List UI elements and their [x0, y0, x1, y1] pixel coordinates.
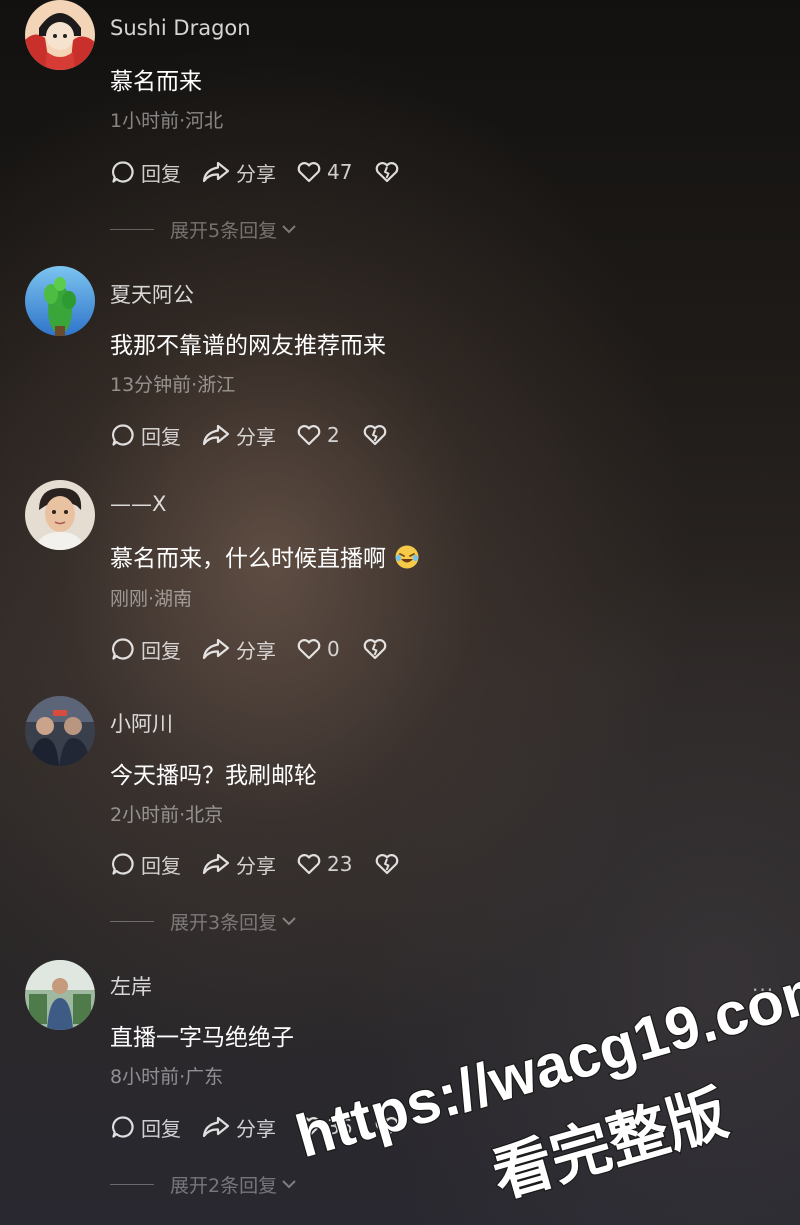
comment-meta: 2小时前·北京 — [110, 804, 224, 826]
share-button[interactable]: 分享 — [201, 850, 276, 879]
reply-bubble-icon — [112, 424, 134, 446]
heart-icon — [297, 1117, 321, 1138]
reply-bubble-icon — [112, 1116, 134, 1138]
laughing-tears-emoji-icon — [395, 545, 419, 569]
dislike-button[interactable] — [362, 423, 393, 447]
share-button[interactable]: 分享 — [201, 1113, 276, 1142]
reply-label: 回复 — [141, 638, 181, 663]
username[interactable]: 小阿川 — [110, 708, 173, 738]
avatar[interactable] — [25, 960, 95, 1030]
share-button[interactable]: 分享 — [201, 158, 276, 187]
reply-label: 回复 — [141, 1116, 181, 1141]
heart-icon — [297, 854, 321, 875]
comment-text: 我那不靠谱的网友推荐而来 — [110, 333, 386, 359]
reply-bubble-icon — [112, 638, 134, 660]
avatar[interactable] — [25, 696, 95, 766]
reply-button[interactable]: 回复 — [110, 850, 181, 879]
comment-meta: 1小时前·河北 — [110, 110, 224, 132]
comment-actions: 回复 分享 0 — [110, 634, 393, 664]
expand-replies[interactable]: 展开5条回复 — [110, 216, 299, 242]
reply-label: 回复 — [141, 161, 181, 186]
reply-button[interactable]: 回复 — [110, 421, 181, 450]
like-count: 23 — [327, 852, 353, 876]
broken-heart-icon — [376, 162, 399, 183]
dislike-button[interactable] — [362, 637, 393, 661]
share-button[interactable]: 分享 — [201, 421, 276, 450]
avatar[interactable] — [25, 480, 95, 550]
chevron-down-icon — [282, 917, 296, 926]
comment-meta: 刚刚·湖南 — [110, 588, 193, 610]
like-button[interactable]: 36 — [296, 1115, 352, 1139]
username[interactable]: 左岸 — [110, 971, 152, 1001]
comment-actions: 回复 分享 2 — [110, 420, 393, 450]
like-button[interactable]: 0 — [296, 637, 340, 661]
broken-heart-icon — [363, 425, 387, 446]
like-count: 2 — [327, 423, 340, 447]
reply-button[interactable]: 回复 — [110, 1113, 181, 1142]
reply-bubble-icon — [112, 853, 134, 875]
heart-icon — [297, 425, 321, 446]
dislike-button[interactable] — [374, 1115, 405, 1139]
comment-text-content: 慕名而来，什么时候直播啊 — [110, 546, 386, 572]
dislike-button[interactable] — [374, 852, 405, 876]
comment-text: 今天播吗？我刷邮轮 — [110, 763, 317, 789]
reply-label: 回复 — [141, 424, 181, 449]
more-options-button[interactable]: ··· — [752, 978, 774, 1002]
comment-text: 直播一字马绝绝子 — [110, 1025, 294, 1051]
comment-actions: 回复 分享 36 — [110, 1112, 405, 1142]
reply-label: 回复 — [141, 853, 181, 878]
heart-icon — [297, 162, 321, 183]
comment-actions: 回复 分享 23 — [110, 849, 405, 879]
avatar[interactable] — [25, 266, 95, 336]
expand-replies[interactable]: 展开3条回复 — [110, 908, 299, 934]
share-label: 分享 — [236, 853, 276, 878]
reply-button[interactable]: 回复 — [110, 158, 181, 187]
divider-line — [110, 1183, 154, 1185]
broken-heart-icon — [363, 639, 387, 660]
expand-replies[interactable]: 展开2条回复 — [110, 1171, 299, 1197]
expand-replies-label: 展开2条回复 — [170, 1174, 278, 1197]
share-label: 分享 — [236, 424, 276, 449]
share-label: 分享 — [236, 638, 276, 663]
avatar[interactable] — [25, 0, 95, 70]
username[interactable]: ——X — [110, 492, 166, 516]
dislike-button[interactable] — [374, 160, 405, 184]
divider-line — [110, 228, 154, 230]
chevron-down-icon — [282, 225, 296, 234]
comment-text: 慕名而来 — [110, 69, 202, 95]
broken-heart-icon — [376, 854, 399, 875]
share-arrow-icon — [202, 424, 230, 446]
username[interactable]: 夏天阿公 — [110, 279, 194, 309]
reply-button[interactable]: 回复 — [110, 635, 181, 664]
like-count: 0 — [327, 637, 340, 661]
like-button[interactable]: 23 — [296, 852, 352, 876]
reply-bubble-icon — [112, 161, 134, 183]
watermark-text: 看完整版 — [485, 1078, 735, 1211]
username[interactable]: Sushi Dragon — [110, 16, 251, 40]
comment-meta: 13分钟前·浙江 — [110, 374, 236, 396]
like-count: 47 — [327, 160, 353, 184]
share-arrow-icon — [202, 161, 230, 183]
share-arrow-icon — [202, 1116, 230, 1138]
like-button[interactable]: 47 — [296, 160, 352, 184]
comment-actions: 回复 分享 47 — [110, 157, 405, 187]
expand-replies-label: 展开5条回复 — [170, 219, 278, 242]
share-button[interactable]: 分享 — [201, 635, 276, 664]
share-label: 分享 — [236, 161, 276, 186]
heart-icon — [297, 639, 321, 660]
divider-line — [110, 920, 154, 922]
broken-heart-icon — [376, 1117, 399, 1138]
share-label: 分享 — [236, 1116, 276, 1141]
share-arrow-icon — [202, 853, 230, 875]
expand-replies-label: 展开3条回复 — [170, 911, 278, 934]
comment-meta: 8小时前·广东 — [110, 1066, 224, 1088]
like-count: 36 — [327, 1115, 353, 1139]
comment-text: 慕名而来，什么时候直播啊 — [110, 539, 420, 573]
chevron-down-icon — [282, 1180, 296, 1189]
like-button[interactable]: 2 — [296, 423, 340, 447]
share-arrow-icon — [202, 638, 230, 660]
